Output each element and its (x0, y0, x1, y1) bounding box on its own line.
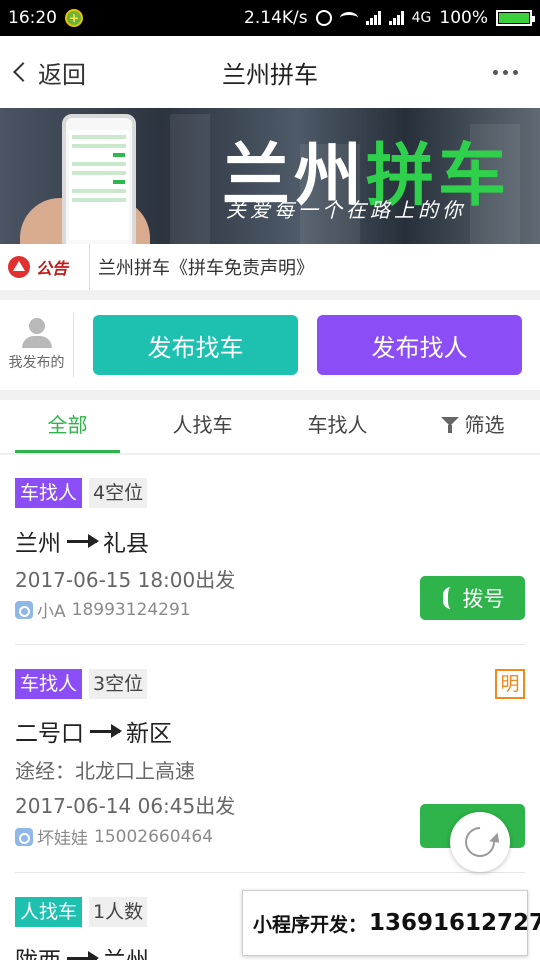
post-type-badge: 人找车 (15, 897, 83, 927)
route: 陇西 兰州 (15, 941, 149, 960)
notification-icon: + (65, 9, 83, 27)
refresh-icon (458, 820, 502, 864)
banner-building (170, 114, 210, 244)
my-posts-button[interactable]: 我发布的 (0, 313, 74, 377)
arrow-right-icon (90, 723, 122, 738)
announcement-icon (8, 256, 30, 278)
male-icon (15, 600, 33, 619)
wifi-icon (339, 12, 358, 24)
more-menu-button[interactable] (493, 69, 518, 75)
phone-icon (441, 587, 457, 609)
seat-count: 4空位 (89, 478, 148, 508)
promo-label: 小程序开发： (253, 913, 368, 936)
tab-filter-label: 筛选 (464, 413, 505, 437)
route-to: 礼县 (103, 531, 149, 557)
contact-phone: 15002660464 (94, 826, 213, 847)
publish-find-car-button[interactable]: 发布找车 (93, 315, 298, 375)
publish-row: 我发布的 发布找车 发布找人 (0, 300, 540, 390)
refresh-button[interactable] (450, 812, 510, 872)
seat-count: 3空位 (89, 669, 148, 699)
departure-time: 2017-06-14 06:45出发 (15, 794, 236, 818)
battery-percent: 100% (439, 8, 488, 28)
tab-filter[interactable]: 筛选 (405, 400, 540, 453)
status-right: 2.14K/s 4G 100% (244, 8, 535, 28)
route: 二号口 新区 (15, 714, 172, 748)
via-route: 途经：北龙口上高速 (15, 759, 195, 783)
more-dot (513, 69, 518, 75)
my-posts-label: 我发布的 (8, 355, 65, 371)
contact: 坏娃娃 15002660464 (15, 824, 213, 849)
status-bar: 16:20 + 2.14K/s 4G 100% (0, 0, 540, 36)
post-list: 车找人 4空位 兰州 礼县 2017-06-15 18:00出发 小A 1899… (0, 455, 540, 960)
dial-button[interactable]: 拨号 (420, 576, 525, 620)
signal-icon-2 (388, 11, 404, 25)
contact: 小A 18993124291 (15, 597, 191, 622)
back-button[interactable]: 返回 (0, 55, 86, 90)
notice-tag: 公告 (0, 244, 90, 290)
route-from: 陇西 (15, 941, 61, 960)
status-time: 16:20 (8, 8, 57, 28)
tab-person-find-car[interactable]: 人找车 (135, 400, 270, 453)
filter-tabs: 全部 人找车 车找人 筛选 (0, 400, 540, 454)
banner-slogan: 关爱每一个在路上的你 (226, 198, 466, 222)
battery-icon (496, 10, 535, 26)
notice-text[interactable]: 兰州拼车《拼车免责声明》 (90, 254, 314, 280)
alarm-icon (315, 10, 332, 26)
filter-icon (440, 417, 459, 433)
notice-tag-label: 公告 (36, 259, 69, 278)
chevron-left-icon (13, 62, 33, 82)
title-bar: 返回 兰州拼车 (0, 36, 540, 108)
banner-phone-image (62, 114, 136, 244)
more-dots-icon (493, 69, 498, 75)
contact-name: 坏娃娃 (37, 829, 88, 849)
notice-bar[interactable]: 公告 兰州拼车《拼车免责声明》 (0, 244, 540, 290)
publish-find-person-button[interactable]: 发布找人 (317, 315, 522, 375)
male-icon (15, 827, 33, 846)
user-icon (21, 318, 52, 348)
tab-car-find-person[interactable]: 车找人 (270, 400, 405, 453)
post-type-badge: 车找人 (15, 669, 83, 699)
back-label: 返回 (38, 60, 86, 89)
promo-phone: 13691612727 (369, 910, 540, 936)
route: 兰州 礼县 (15, 524, 149, 558)
network-type: 4G (411, 10, 432, 26)
more-dot (503, 69, 508, 75)
route-to: 兰州 (103, 941, 149, 960)
seat-count: 1人数 (89, 897, 148, 927)
banner[interactable]: 兰州拼车 关爱每一个在路上的你 (0, 108, 540, 244)
route-from: 兰州 (15, 531, 61, 557)
promo-overlay[interactable]: 小程序开发： 13691612727 (242, 890, 540, 956)
arrow-right-icon (67, 533, 99, 548)
post-type-badge: 车找人 (15, 478, 83, 508)
departure-time: 2017-06-15 18:00出发 (15, 568, 236, 592)
net-speed: 2.14K/s (244, 8, 308, 28)
contact-name: 小A (37, 602, 66, 622)
ming-marker: 明 (495, 669, 525, 699)
tab-all[interactable]: 全部 (0, 400, 135, 453)
contact-phone: 18993124291 (71, 599, 191, 620)
dial-label: 拨号 (462, 587, 505, 611)
list-item[interactable]: 车找人 4空位 兰州 礼县 2017-06-15 18:00出发 小A 1899… (0, 455, 540, 645)
arrow-right-icon (67, 950, 99, 960)
signal-icon (365, 11, 381, 25)
route-to: 新区 (126, 721, 172, 747)
route-from: 二号口 (15, 721, 84, 747)
